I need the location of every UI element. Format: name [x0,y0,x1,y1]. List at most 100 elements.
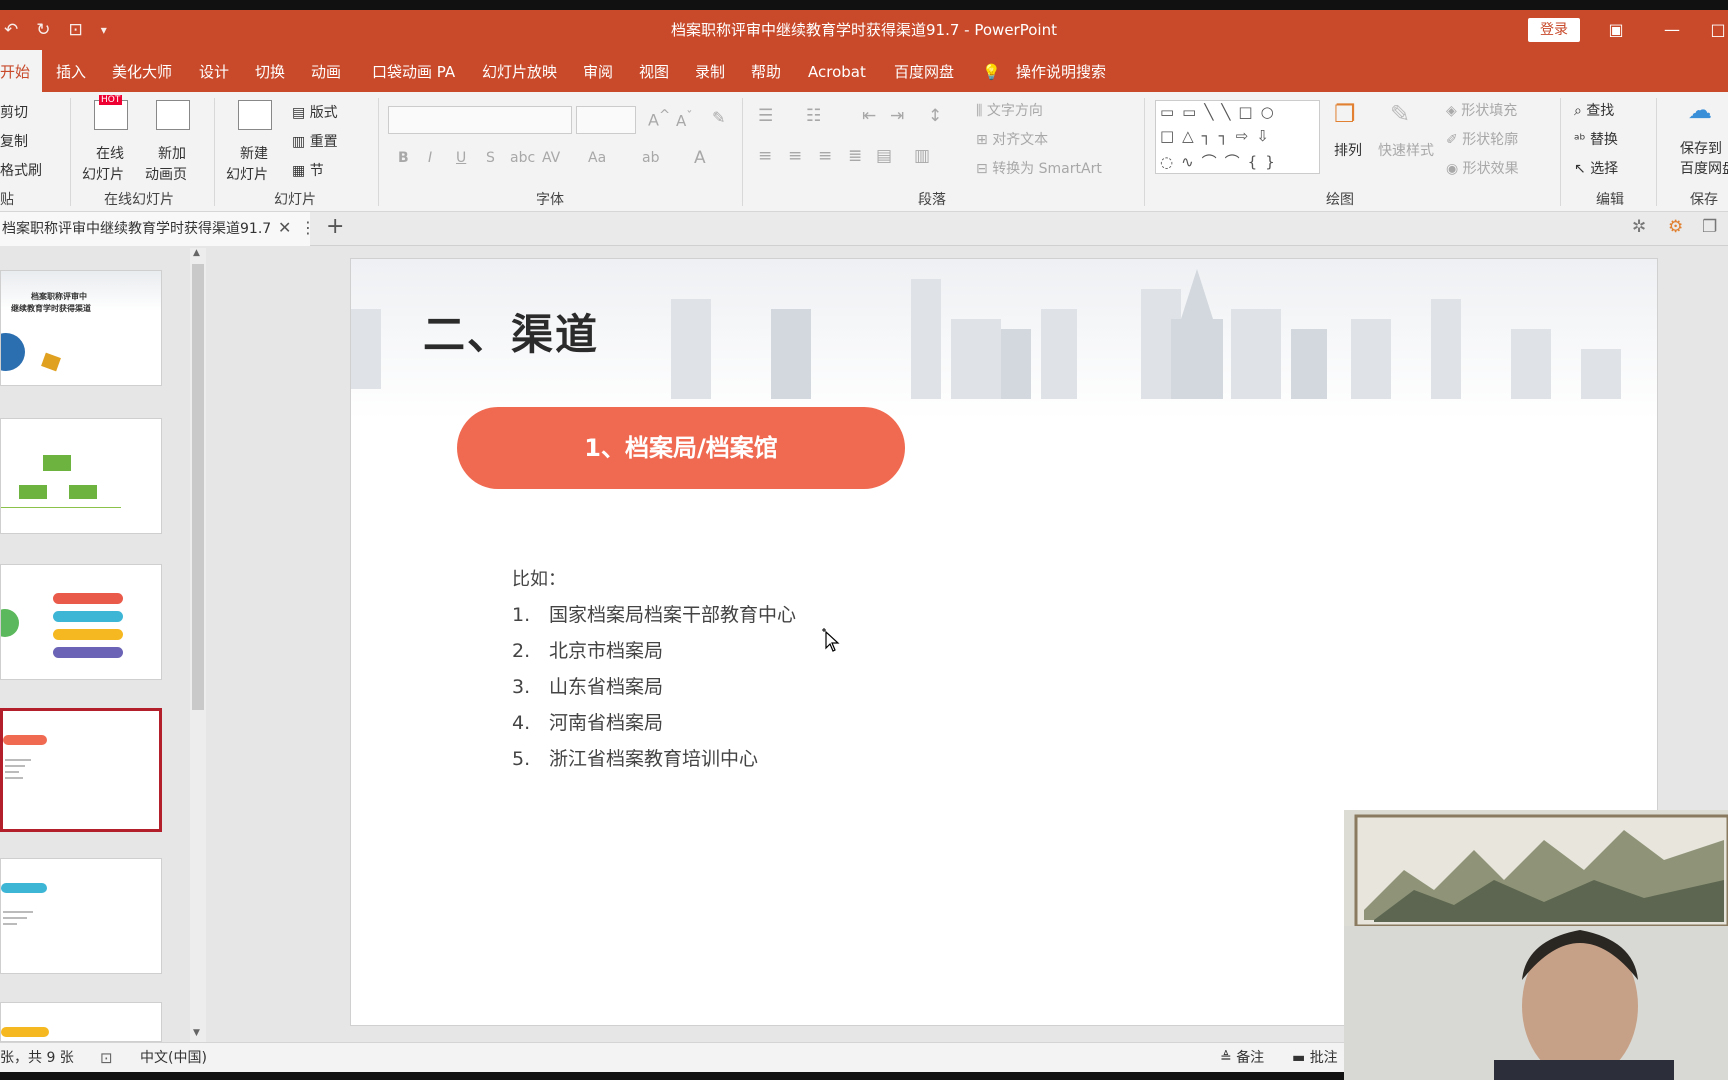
line-spacing-icon[interactable]: ↕ [928,106,942,126]
scrollbar-thumb[interactable] [192,264,204,710]
scroll-down-arrow-icon[interactable]: ▼ [193,1028,200,1038]
tab-pocket-animation[interactable]: 口袋动画 PA [372,50,455,92]
document-tab[interactable]: 档案职称评审中继续教育学时获得渠道91.7 [0,212,310,246]
bullets-icon[interactable]: ☰ [758,106,773,126]
new-slide-label[interactable]: 新建 [240,143,268,163]
accessibility-icon[interactable]: ⊡ [100,1043,113,1073]
tell-me-search[interactable]: 操作说明搜索 [1016,50,1106,92]
italic-button[interactable]: I [428,150,432,166]
font-color-button[interactable]: A [694,148,706,168]
find-button[interactable]: ⌕ 查找 [1574,100,1614,120]
tab-beautify[interactable]: 美化大师 [112,50,172,92]
cut-button[interactable]: 剪切 [0,102,28,122]
notes-button[interactable]: ≜ 备注 [1220,1043,1264,1073]
window-icon[interactable]: ❐ [1702,217,1717,237]
shape-effects-button[interactable]: ◉ 形状效果 [1446,158,1519,178]
login-button[interactable]: 登录 [1528,18,1580,42]
tab-menu-icon[interactable]: ⋮ [300,218,316,237]
copy-button[interactable]: 复制 [0,131,28,151]
distributed-icon[interactable]: ▤ [876,146,892,166]
shape-fill-button[interactable]: ◈ 形状填充 [1446,100,1517,120]
tab-baidu-disk[interactable]: 百度网盘 [894,50,954,92]
tab-insert[interactable]: 插入 [56,50,86,92]
slide-thumbnail-6[interactable] [0,1002,162,1042]
decrease-font-icon[interactable]: Aˇ [676,108,693,130]
section-pill[interactable]: 1、档案局/档案馆 [457,407,905,489]
baidu-cloud-icon[interactable]: ☁ [1688,96,1712,124]
align-right-icon[interactable]: ≡ [818,146,832,166]
quick-styles-icon[interactable]: ✎ [1390,100,1424,130]
layout-button[interactable]: ▤ 版式 [292,102,338,122]
select-button[interactable]: ↖ 选择 [1574,158,1618,178]
slide-thumbnail-5[interactable] [0,858,162,974]
clear-format-icon[interactable]: ✎ [712,108,725,127]
replace-button[interactable]: ᵃᵇ 替换 [1574,129,1618,149]
tab-help[interactable]: 帮助 [751,50,781,92]
online-slides-icon[interactable]: HOT [94,95,128,130]
align-text-button[interactable]: ⊞ 对齐文本 [976,129,1048,149]
thumbnails-scrollbar[interactable]: ▲ ▼ [190,248,206,1042]
new-slide-icon[interactable] [238,100,272,130]
settings-icon[interactable]: ✲ [1632,217,1646,237]
save-to-baidu-label[interactable]: 百度网盘 [1680,158,1728,178]
slide-thumbnail-1[interactable]: 档案职称评审中 继续教育学时获得渠道 [0,270,162,386]
save-to-label[interactable]: 保存到 [1680,138,1722,158]
font-name-combo[interactable] [388,106,572,134]
gear-icon[interactable]: ⚙ [1668,217,1683,237]
numbering-icon[interactable]: ☷ [806,106,821,126]
add-animation-label-2[interactable]: 动画页 [145,164,187,184]
online-slides-label[interactable]: 在线 [96,143,124,163]
tab-animations[interactable]: 动画 [311,50,341,92]
tab-home[interactable]: 开始 [0,50,42,92]
arrange-icon[interactable]: ❐ [1334,100,1368,130]
add-animation-label[interactable]: 新加 [158,143,186,163]
quick-styles-button[interactable]: 快速样式 [1378,140,1434,160]
add-animation-page-icon[interactable] [156,100,190,130]
maximize-button[interactable]: □ [1708,10,1728,50]
minimize-button[interactable]: — [1652,10,1692,50]
underline-button[interactable]: U [456,150,466,166]
tab-slideshow[interactable]: 幻灯片放映 [482,50,557,92]
scroll-up-arrow-icon[interactable]: ▲ [193,248,200,258]
shape-outline-button[interactable]: ✐ 形状轮廓 [1446,129,1518,149]
decrease-indent-icon[interactable]: ⇤ [862,106,876,126]
new-tab-icon[interactable]: + [326,214,344,239]
slide-thumbnail-4-selected[interactable] [0,708,162,832]
strikethrough-button[interactable]: abc [510,150,535,166]
justify-icon[interactable]: ≣ [848,146,862,166]
tab-transitions[interactable]: 切换 [255,50,285,92]
arrange-button[interactable]: 排列 [1334,140,1362,160]
slide-title[interactable]: 二、渠道 [423,301,599,362]
online-slides-label-2[interactable]: 幻灯片 [82,164,124,184]
tab-design[interactable]: 设计 [199,50,229,92]
increase-font-icon[interactable]: A^ [648,108,670,129]
text-direction-button[interactable]: ⫼ 文字方向 [976,100,1043,120]
shadow-button[interactable]: S [486,150,495,166]
change-case-button[interactable]: Aa [588,150,606,166]
tab-review[interactable]: 审阅 [583,50,613,92]
reset-button[interactable]: ▥ 重置 [292,131,338,151]
char-spacing-button[interactable]: AV [542,150,560,166]
slide-thumbnail-3[interactable] [0,564,162,680]
language-indicator[interactable]: 中文(中国) [140,1043,207,1073]
channel-list[interactable]: 1. 国家档案局档案干部教育中心 2. 北京市档案局 3. 山东省档案局 4. 河南省档… [512,597,796,777]
shapes-gallery[interactable]: ▭▭╲╲□○ □△┐┐⇨⇩ ◌∿⌒⌒{} [1155,100,1320,174]
close-tab-icon[interactable]: ✕ [278,218,291,237]
align-left-icon[interactable]: ≡ [758,146,772,166]
new-slide-label-2[interactable]: 幻灯片 [226,164,268,184]
tab-record[interactable]: 录制 [695,50,725,92]
bold-button[interactable]: B [398,150,409,166]
highlight-icon[interactable]: ab [642,150,659,166]
section-button[interactable]: ▦ 节 [292,160,324,180]
tab-acrobat[interactable]: Acrobat [808,50,866,92]
columns-icon[interactable]: ▥ [914,146,930,166]
tab-view[interactable]: 视图 [639,50,669,92]
format-painter-button[interactable]: 格式刷 [0,160,42,180]
comments-button[interactable]: ▬ 批注 [1292,1043,1338,1073]
example-label[interactable]: 比如： [512,565,566,591]
font-size-combo[interactable] [576,106,636,134]
align-center-icon[interactable]: ≡ [788,146,802,166]
ribbon-display-icon[interactable]: ▣ [1596,10,1636,50]
smartart-button[interactable]: ⊟ 转换为 SmartArt [976,158,1102,178]
increase-indent-icon[interactable]: ⇥ [890,106,904,126]
